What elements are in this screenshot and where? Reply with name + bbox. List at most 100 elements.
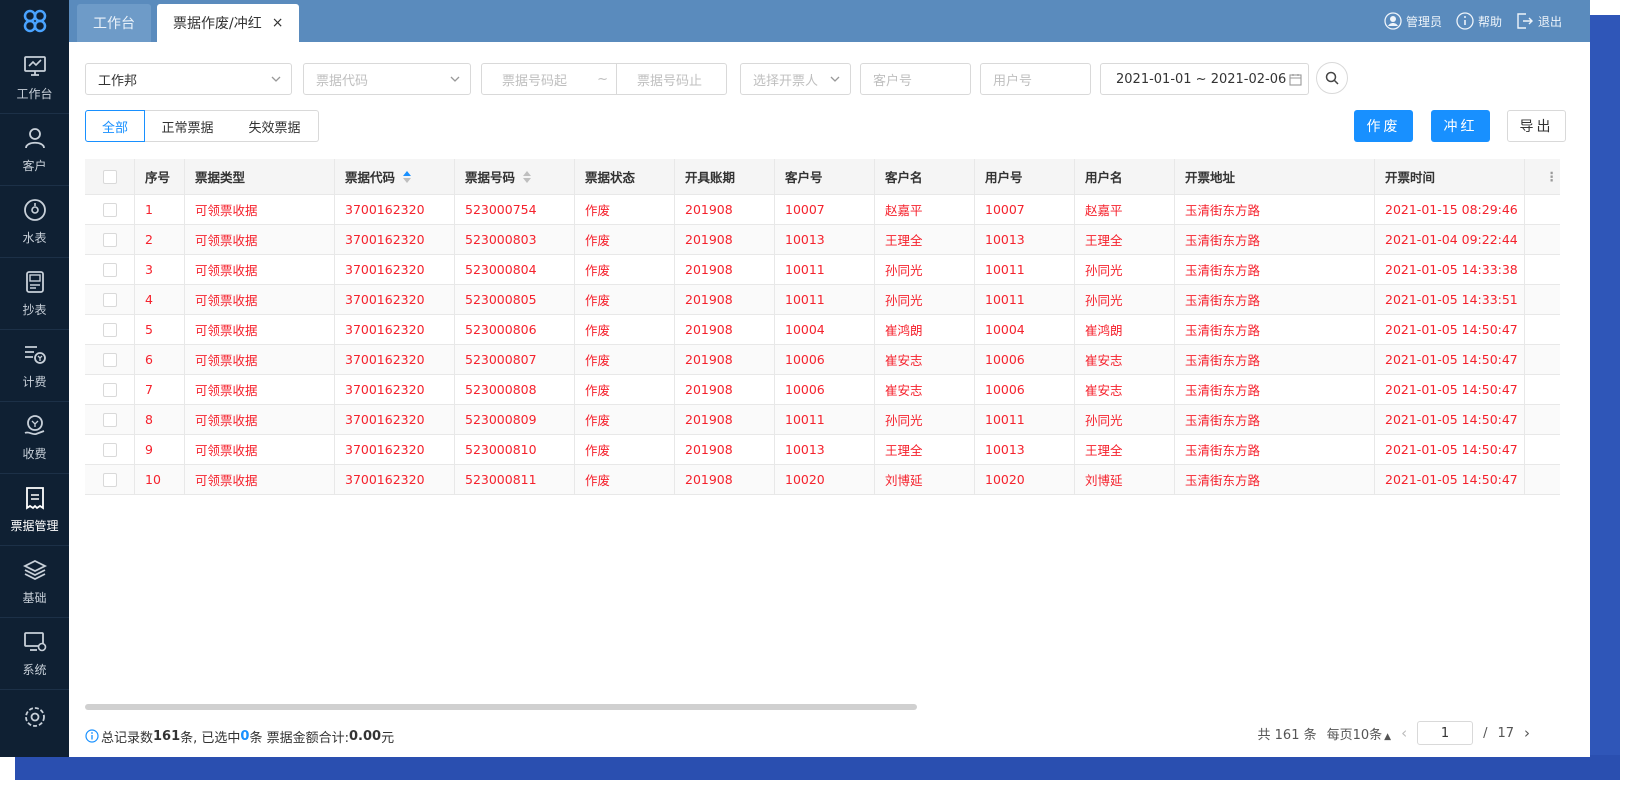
admin-menu[interactable]: 管理员 (1384, 12, 1442, 30)
ticket-number-start[interactable]: 票据号码起 ~ (482, 64, 617, 94)
gear-icon (24, 707, 45, 727)
close-icon[interactable]: × (272, 15, 284, 31)
company-select[interactable]: 工作邦 (85, 63, 292, 95)
table-cell: 孙同光 (1075, 285, 1175, 314)
red-reverse-button[interactable]: 冲红 (1431, 110, 1490, 142)
table-row[interactable]: 8 可领票收据 3700162320 523000809 作废 201908 10011 孙同… (85, 405, 1560, 435)
tab-ticket-void[interactable]: 票据作废/冲红 × (157, 4, 300, 42)
sidebar-item-billing[interactable]: 计费 (0, 330, 69, 402)
customer-number-input[interactable]: 客户号 (860, 63, 971, 95)
ticket-number-end[interactable]: 票据号码止 (617, 64, 726, 94)
sidebar-settings[interactable] (0, 695, 69, 745)
checkbox[interactable] (102, 382, 117, 397)
table-cell: 10004 (975, 315, 1075, 344)
sort-icon[interactable] (523, 170, 532, 183)
checkbox[interactable] (102, 232, 117, 247)
page-size-select[interactable]: 每页10条 ▲ (1327, 724, 1391, 743)
table-row[interactable]: 2 可领票收据 3700162320 523000803 作废 201908 10013 王理… (85, 225, 1560, 255)
row-select-cell[interactable] (85, 315, 135, 344)
issuer-select[interactable]: 选择开票人 (740, 63, 851, 95)
tab-workbench[interactable]: 工作台 (77, 4, 151, 42)
sidebar-item-label: 系统 (22, 663, 47, 677)
table-cell: 201908 (675, 405, 775, 434)
table-cell: 6 (135, 345, 185, 374)
void-button[interactable]: 作废 (1354, 110, 1413, 142)
sort-icon[interactable] (403, 170, 412, 183)
table-row[interactable]: 6 可领票收据 3700162320 523000807 作废 201908 10006 崔安… (85, 345, 1560, 375)
logout-link[interactable]: 退出 (1516, 12, 1562, 30)
table-cell: 5 (135, 315, 185, 344)
header-cell-sortable[interactable]: 票据号码 (455, 159, 575, 194)
checkbox[interactable] (102, 412, 117, 427)
checkbox[interactable] (102, 202, 117, 217)
export-button[interactable]: 导出 (1507, 110, 1566, 142)
tab-invalid[interactable]: 失效票据 (231, 110, 319, 142)
row-select-cell[interactable] (85, 375, 135, 404)
table-row[interactable]: 7 可领票收据 3700162320 523000808 作废 201908 10006 崔安… (85, 375, 1560, 405)
checkbox[interactable] (102, 442, 117, 457)
table-cell-spacer (1525, 255, 1560, 284)
table-row[interactable]: 10 可领票收据 3700162320 523000811 作废 201908 10020 刘… (85, 465, 1560, 495)
table-cell: 3700162320 (335, 405, 455, 434)
row-select-cell[interactable] (85, 225, 135, 254)
table-cell: 玉清街东方路 (1175, 345, 1375, 374)
table-cell: 10011 (775, 285, 875, 314)
checkbox[interactable] (102, 292, 117, 307)
checkbox[interactable] (102, 352, 117, 367)
summary-selected: 0 (240, 728, 250, 744)
row-select-cell[interactable] (85, 405, 135, 434)
date-range-picker[interactable]: 2021-01-01 ~ 2021-02-06 (1100, 63, 1309, 95)
sidebar-item-label: 抄表 (22, 303, 47, 317)
table-row[interactable]: 4 可领票收据 3700162320 523000805 作废 201908 10011 孙同… (85, 285, 1560, 315)
table-cell: 10011 (775, 255, 875, 284)
row-select-cell[interactable] (85, 285, 135, 314)
search-button[interactable] (1316, 62, 1348, 94)
sidebar-item-reading[interactable]: 抄表 (0, 258, 69, 330)
ticket-code-select[interactable]: 票据代码 (303, 63, 471, 95)
table-cell: 8 (135, 405, 185, 434)
row-select-cell[interactable] (85, 465, 135, 494)
header-cell: 开票地址 (1175, 159, 1375, 194)
header-cell: 开具账期 (675, 159, 775, 194)
row-select-cell[interactable] (85, 345, 135, 374)
header-cell-sortable[interactable]: 票据代码 (335, 159, 455, 194)
horizontal-scrollbar[interactable] (85, 704, 917, 710)
sidebar-item-system[interactable]: 系统 (0, 618, 69, 690)
table-row[interactable]: 3 可领票收据 3700162320 523000804 作废 201908 10011 孙同… (85, 255, 1560, 285)
table-row[interactable]: 1 可领票收据 3700162320 523000754 作废 201908 10007 赵嘉… (85, 195, 1560, 225)
reader-icon (25, 271, 44, 293)
row-select-cell[interactable] (85, 195, 135, 224)
table-cell: 孙同光 (875, 285, 975, 314)
page-number-input[interactable]: 1 (1417, 721, 1474, 745)
table-cell: 崔安志 (875, 345, 975, 374)
checkbox[interactable] (102, 169, 117, 184)
checkbox[interactable] (102, 472, 117, 487)
checkbox[interactable] (102, 322, 117, 337)
row-select-cell[interactable] (85, 435, 135, 464)
prev-page-button[interactable]: ‹ (1401, 724, 1407, 742)
tab-normal[interactable]: 正常票据 (144, 110, 232, 142)
sidebar-item-customer[interactable]: 客户 (0, 114, 69, 186)
header-select-all[interactable] (85, 159, 135, 194)
logo[interactable] (0, 0, 69, 42)
table-cell: 2021-01-05 14:50:47 (1375, 345, 1525, 374)
sidebar-item-payment[interactable]: 收费 (0, 402, 69, 474)
table-row[interactable]: 9 可领票收据 3700162320 523000810 作废 201908 10013 王理… (85, 435, 1560, 465)
table-cell: 2021-01-05 14:50:47 (1375, 375, 1525, 404)
table-cell: 玉清街东方路 (1175, 225, 1375, 254)
checkbox[interactable] (102, 262, 117, 277)
tab-all[interactable]: 全部 (85, 110, 145, 142)
table-row[interactable]: 5 可领票收据 3700162320 523000806 作废 201908 10004 崔鸿… (85, 315, 1560, 345)
sidebar-item-ticket-management[interactable]: 票据管理 (0, 474, 69, 546)
row-select-cell[interactable] (85, 255, 135, 284)
sidebar-item-workbench[interactable]: 工作台 (0, 42, 69, 114)
column-menu-icon[interactable]: ⋮ (1525, 159, 1560, 194)
table-cell: 玉清街东方路 (1175, 285, 1375, 314)
next-page-button[interactable]: › (1524, 724, 1530, 742)
help-link[interactable]: 帮助 (1456, 12, 1502, 30)
table-cell: 201908 (675, 285, 775, 314)
sidebar-item-basic[interactable]: 基础 (0, 546, 69, 618)
user-number-input[interactable]: 用户号 (980, 63, 1091, 95)
sidebar-item-meter[interactable]: 水表 (0, 186, 69, 258)
table-cell: 作废 (575, 315, 675, 344)
